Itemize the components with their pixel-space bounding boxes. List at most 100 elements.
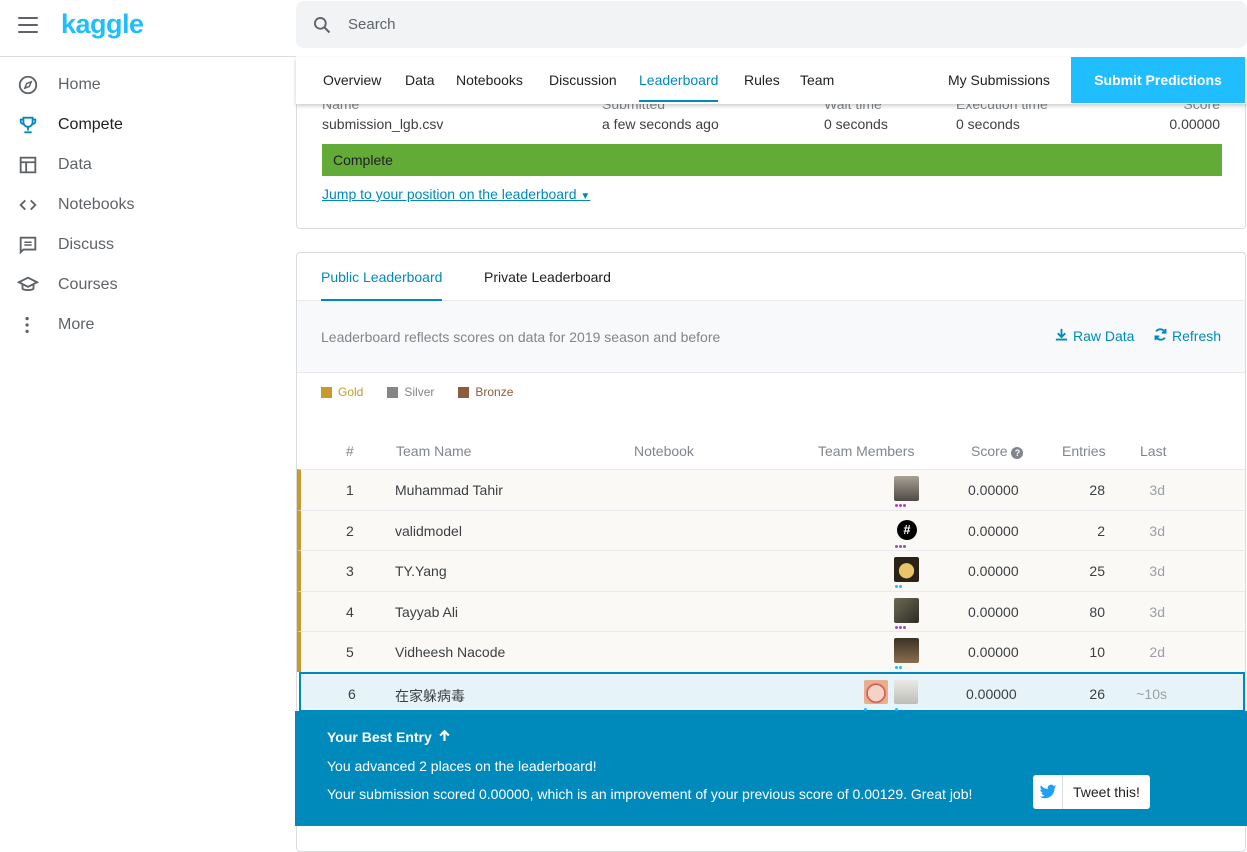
sidebar-item-data[interactable]: Data [0, 145, 296, 185]
sidebar-item-label: Data [58, 156, 92, 173]
last-cell: 3d [1149, 603, 1165, 620]
refresh-button[interactable]: Refresh [1153, 327, 1221, 345]
download-icon [1054, 327, 1069, 345]
tier-dots [895, 625, 906, 629]
entries-cell: 2 [1097, 522, 1105, 539]
jump-to-position-link[interactable]: Jump to your position on the leaderboard… [322, 186, 590, 202]
avatar[interactable] [894, 557, 919, 582]
column-team-name[interactable]: Team Name [396, 443, 471, 459]
sidebar-item-home[interactable]: Home [0, 65, 296, 105]
tweet-label: Tweet this! [1073, 784, 1140, 800]
score-cell: 0.00000 [968, 644, 1019, 660]
refresh-label: Refresh [1172, 328, 1222, 344]
last-cell: ~10s [1136, 685, 1167, 702]
jump-link-label: Jump to your position on the leaderboard [322, 186, 577, 202]
toast-title-label: Your Best Entry [327, 729, 432, 745]
submit-predictions-button[interactable]: Submit Predictions [1071, 57, 1245, 103]
legend-gold-label: Gold [338, 385, 364, 399]
submission-exec: 0 seconds [956, 116, 1020, 132]
column-score[interactable]: Score ? [971, 443, 1024, 459]
tab-team[interactable]: Team [800, 57, 834, 104]
tab-rules[interactable]: Rules [744, 57, 780, 104]
last-cell: 3d [1149, 563, 1165, 579]
gold-swatch [321, 386, 332, 398]
tab-data[interactable]: Data [405, 57, 435, 104]
team-name-cell[interactable]: Muhammad Tahir [395, 482, 503, 498]
rank-cell: 5 [346, 644, 354, 660]
comment-icon [0, 234, 58, 256]
team-name-cell[interactable]: Tayyab Ali [395, 604, 458, 620]
score-cell: 0.00000 [968, 482, 1019, 498]
table-row[interactable]: 2 validmodel # 0.00000 2 3d [297, 509, 1245, 550]
table-row[interactable]: 5 Vidheesh Nacode 0.00000 10 2d [297, 631, 1245, 672]
kaggle-logo[interactable]: kaggle [61, 9, 144, 40]
refresh-icon [1153, 327, 1168, 345]
header-left: kaggle [0, 0, 296, 57]
tab-leaderboard[interactable]: Leaderboard [639, 57, 719, 102]
sidebar-item-label: Discuss [58, 236, 115, 253]
silver-swatch [387, 386, 399, 398]
toast-advance-message: You advanced 2 places on the leaderboard… [327, 758, 597, 774]
submission-score: 0.00000 [1169, 116, 1220, 132]
competition-tabs: Overview Data Notebooks Discussion Leade… [296, 57, 1247, 104]
team-name-cell[interactable]: 在家躲病毒 [395, 686, 465, 706]
tab-private-leaderboard[interactable]: Private Leaderboard [484, 253, 611, 301]
help-icon[interactable]: ? [1011, 447, 1024, 459]
toast-title: Your Best Entry [327, 729, 451, 745]
column-last[interactable]: Last [1140, 443, 1166, 459]
table-row[interactable]: 1 Muhammad Tahir 0.00000 28 3d [297, 469, 1245, 510]
tier-dots [895, 585, 902, 588]
avatar[interactable] [894, 597, 919, 623]
team-name-cell[interactable]: validmodel [395, 523, 462, 539]
table-row[interactable]: 4 Tayyab Ali 0.00000 80 3d [297, 590, 1245, 631]
my-submissions-link[interactable]: My Submissions [948, 57, 1050, 104]
tab-public-leaderboard[interactable]: Public Leaderboard [321, 253, 443, 301]
avatar[interactable]: # [897, 519, 917, 540]
sidebar-item-notebooks[interactable]: Notebooks [0, 185, 296, 225]
column-rank[interactable]: # [346, 443, 354, 459]
entries-cell: 10 [1089, 644, 1105, 660]
last-cell: 3d [1149, 482, 1165, 498]
status-bar: Complete [322, 144, 1222, 176]
raw-data-button[interactable]: Raw Data [1054, 327, 1134, 345]
sidebar-item-compete[interactable]: Compete [0, 105, 296, 145]
column-notebook[interactable]: Notebook [634, 443, 694, 459]
legend-gold: Gold [321, 385, 363, 399]
avatar[interactable] [864, 679, 888, 704]
entries-cell: 28 [1089, 482, 1105, 498]
menu-icon[interactable] [18, 17, 38, 33]
arrow-up-icon [438, 729, 451, 745]
avatar[interactable] [894, 679, 918, 704]
medal-legend: Gold Silver Bronze [321, 385, 513, 399]
sidebar-item-discuss[interactable]: Discuss [0, 225, 296, 265]
sidebar-nav: Home Compete Data Notebooks Discuss Cour… [0, 65, 296, 345]
search-input[interactable] [348, 16, 1148, 33]
sidebar-item-more[interactable]: More [0, 305, 296, 345]
column-team-members[interactable]: Team Members [818, 443, 914, 459]
leaderboard-rows: 1 Muhammad Tahir 0.00000 28 3d 2 validmo… [297, 469, 1245, 712]
tab-discussion[interactable]: Discussion [549, 57, 617, 104]
best-entry-toast: Your Best Entry You advanced 2 places on… [295, 711, 1247, 826]
submission-values: submission_lgb.csv a few seconds ago 0 s… [322, 116, 1220, 134]
table-row[interactable]: 3 TY.Yang 0.00000 25 3d [297, 550, 1245, 591]
tweet-button[interactable]: Tweet this! [1033, 775, 1150, 809]
tier-dots [895, 544, 906, 548]
search-icon [296, 15, 348, 35]
entries-cell: 80 [1089, 603, 1105, 620]
legend-silver: Silver [387, 385, 434, 399]
avatar[interactable] [894, 638, 919, 663]
sidebar-item-courses[interactable]: Courses [0, 265, 296, 305]
team-name-cell[interactable]: Vidheesh Nacode [395, 644, 505, 660]
team-name-cell[interactable]: TY.Yang [395, 563, 447, 579]
table-row-current[interactable]: 6 在家躲病毒 0.00000 26 ~10s [299, 671, 1245, 712]
legend-bronze-label: Bronze [475, 385, 514, 399]
column-entries[interactable]: Entries [1062, 443, 1106, 459]
legend-bronze: Bronze [458, 385, 513, 399]
search-bar [296, 1, 1247, 48]
toast-score-message: Your submission scored 0.00000, which is… [327, 786, 973, 802]
avatar[interactable] [894, 476, 919, 501]
tab-notebooks[interactable]: Notebooks [456, 57, 523, 104]
sidebar-item-label: Home [58, 76, 101, 93]
tab-overview[interactable]: Overview [323, 57, 381, 104]
sidebar-item-label: Notebooks [58, 196, 135, 213]
